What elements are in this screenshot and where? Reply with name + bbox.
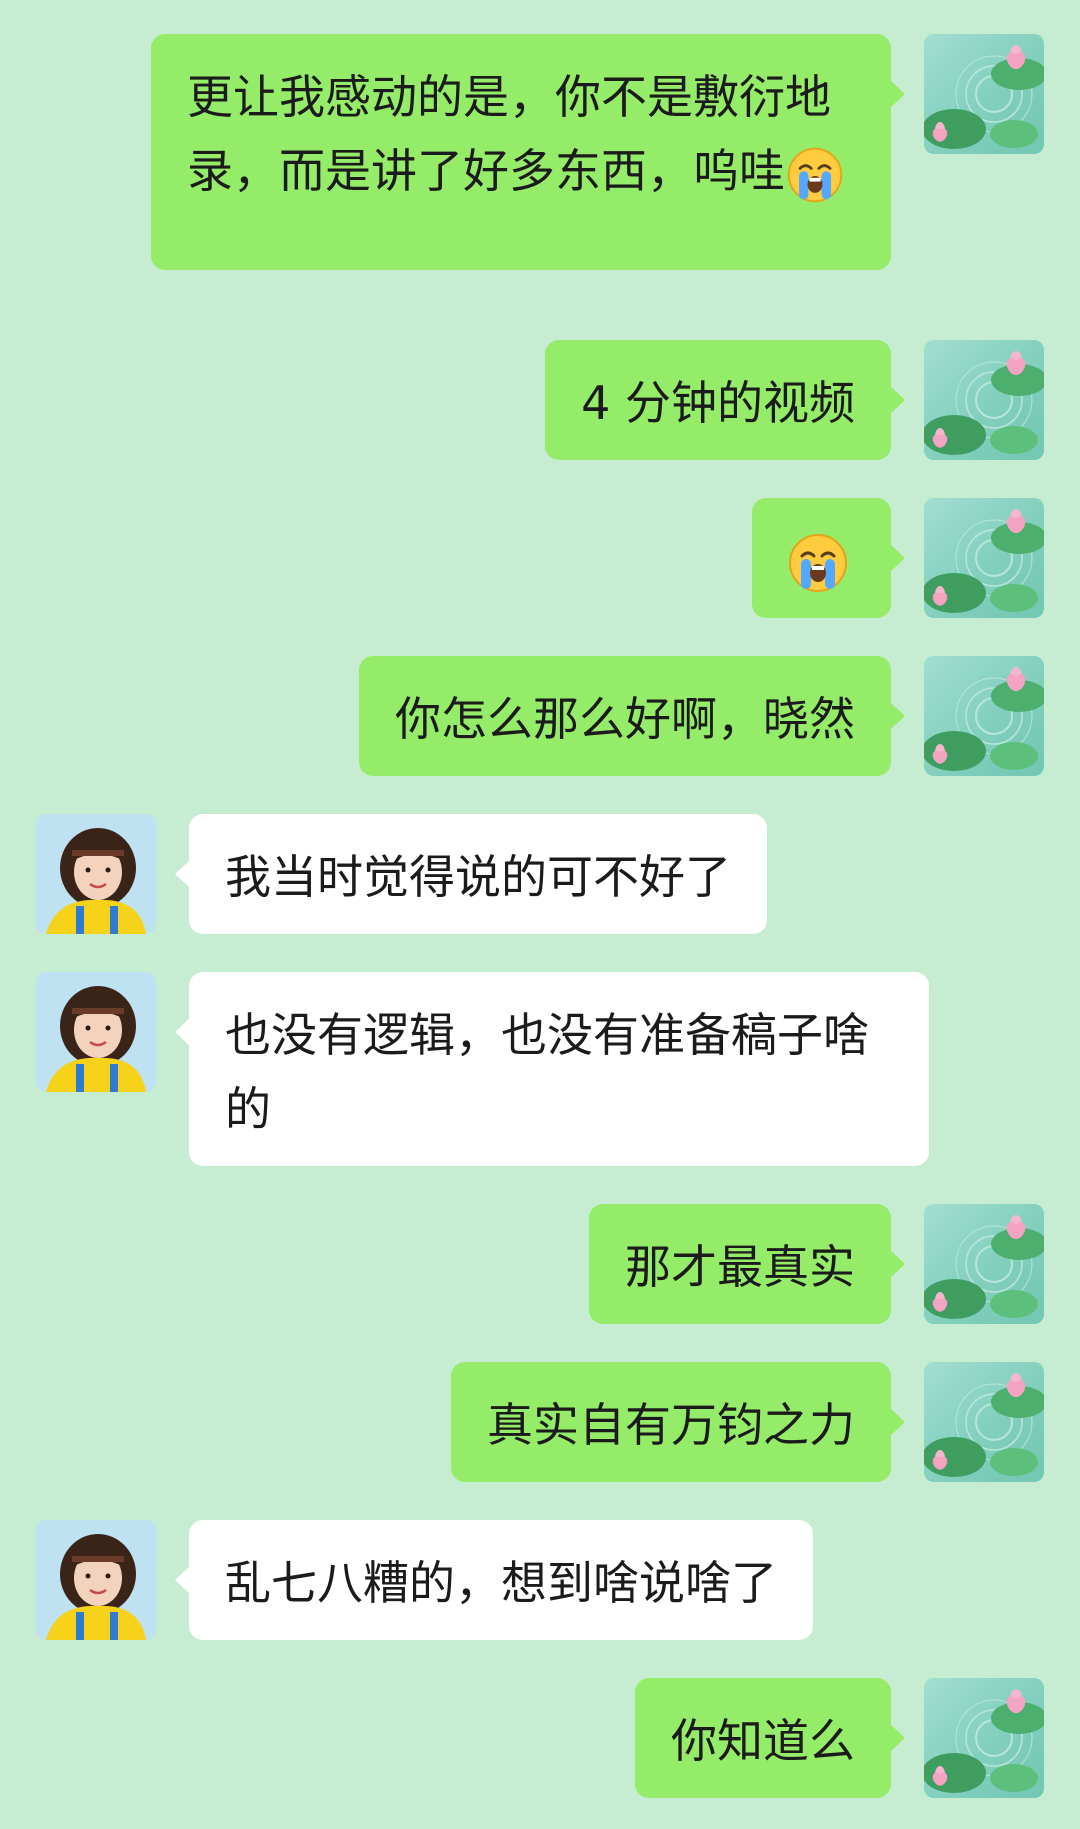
my-avatar[interactable] xyxy=(924,1678,1044,1798)
message-text: 真实自有万钧之力 xyxy=(487,1398,855,1452)
message-text: 你怎么那么好啊，晓然 xyxy=(395,692,855,746)
contact-avatar[interactable] xyxy=(36,1520,156,1640)
lotus-pond-avatar-icon xyxy=(924,34,1044,154)
girl-yellow-shirt-avatar-icon xyxy=(36,972,156,1092)
girl-yellow-shirt-avatar-icon xyxy=(36,814,156,934)
lotus-pond-avatar-icon xyxy=(924,340,1044,460)
my-avatar[interactable] xyxy=(924,34,1044,154)
lotus-pond-avatar-icon xyxy=(924,656,1044,776)
chat-area: 更让我感动的是，你不是敷衍地录，而是讲了好多东西，呜哇 4 分钟的视频 你怎么那… xyxy=(0,0,1080,1829)
contact-avatar[interactable] xyxy=(36,972,156,1092)
my-message-bubble[interactable]: 你怎么那么好啊，晓然 xyxy=(359,656,905,776)
my-message-bubble[interactable]: 那才最真实 xyxy=(589,1204,905,1324)
lotus-pond-avatar-icon xyxy=(924,1362,1044,1482)
my-avatar[interactable] xyxy=(924,656,1044,776)
my-avatar[interactable] xyxy=(924,1204,1044,1324)
girl-yellow-shirt-avatar-icon xyxy=(36,1520,156,1640)
message-text: 你知道么 xyxy=(671,1714,855,1768)
loudly-crying-face-icon xyxy=(786,531,850,595)
lotus-pond-avatar-icon xyxy=(924,1678,1044,1798)
loudly-crying-face-icon xyxy=(785,145,845,205)
my-message-bubble[interactable]: 4 分钟的视频 xyxy=(545,340,905,460)
my-message-bubble[interactable]: 真实自有万钧之力 xyxy=(451,1362,905,1482)
contact-message-bubble[interactable]: 我当时觉得说的可不好了 xyxy=(175,814,767,934)
message-text: 更让我感动的是，你不是敷衍地录，而是讲了好多东西，呜哇 xyxy=(187,70,831,198)
my-avatar[interactable] xyxy=(924,340,1044,460)
message-text: 乱七八糟的，想到啥说啥了 xyxy=(225,1556,777,1610)
lotus-pond-avatar-icon xyxy=(924,498,1044,618)
my-message-bubble[interactable]: 你知道么 xyxy=(635,1678,905,1798)
lotus-pond-avatar-icon xyxy=(924,1204,1044,1324)
contact-avatar[interactable] xyxy=(36,814,156,934)
contact-message-bubble[interactable]: 乱七八糟的，想到啥说啥了 xyxy=(175,1520,813,1640)
message-text: 那才最真实 xyxy=(625,1240,855,1294)
my-avatar[interactable] xyxy=(924,498,1044,618)
my-message-bubble[interactable]: 更让我感动的是，你不是敷衍地录，而是讲了好多东西，呜哇 xyxy=(151,34,905,270)
contact-message-bubble[interactable]: 也没有逻辑，也没有准备稿子啥的 xyxy=(175,972,929,1166)
message-text: 也没有逻辑，也没有准备稿子啥的 xyxy=(225,1008,869,1136)
my-message-bubble[interactable] xyxy=(752,498,905,618)
my-avatar[interactable] xyxy=(924,1362,1044,1482)
message-text: 我当时觉得说的可不好了 xyxy=(225,850,731,904)
message-text: 4 分钟的视频 xyxy=(581,376,855,430)
